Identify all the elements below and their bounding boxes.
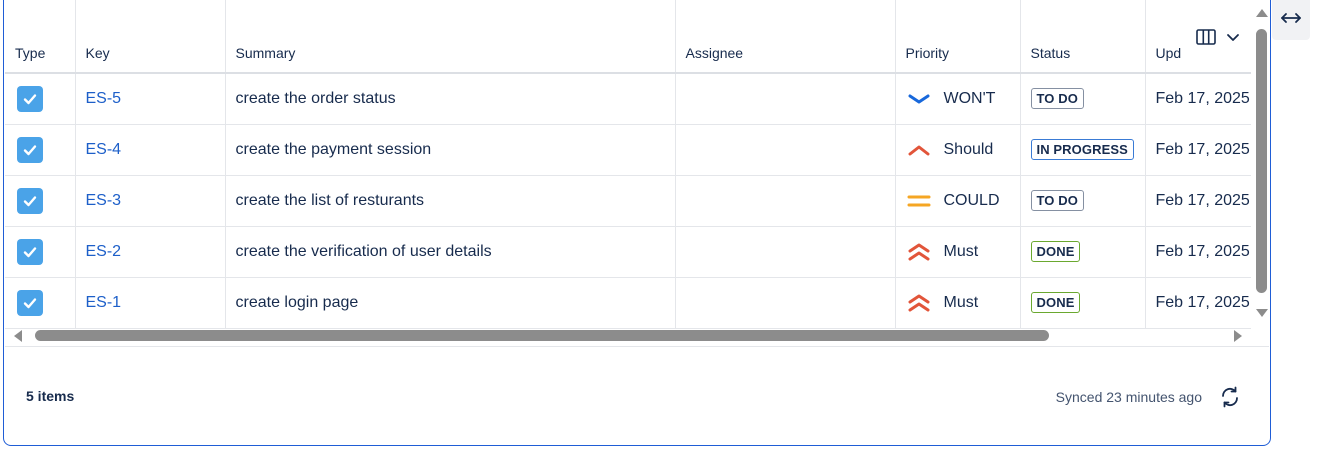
equals-icon [906,191,932,211]
column-header-priority[interactable]: Priority [895,0,1021,74]
table-row[interactable]: ES-3 create the list of resturants COULD TO… [5,175,1251,227]
summary-cell: create the list of resturants [225,175,676,227]
task-type-icon [17,187,43,214]
type-cell [5,124,76,176]
type-cell [5,277,76,329]
column-picker-button[interactable] [1192,26,1250,52]
issues-table-panel: Type Key Summary Assignee Priority Statu… [3,0,1271,446]
priority-label: COULD [943,191,1000,209]
key-cell: ES-5 [75,73,226,125]
table-row[interactable]: ES-1 create login page Must DONE Feb 17, 202… [5,277,1251,329]
key-cell: ES-1 [75,277,226,329]
scroll-up-arrow[interactable] [1256,9,1268,17]
task-type-icon [17,85,43,112]
summary-cell: create login page [225,277,676,329]
priority-cell: WON'T [895,73,1021,125]
expand-width-button[interactable] [1272,0,1310,40]
scroll-down-arrow[interactable] [1256,309,1268,317]
type-cell [5,73,76,125]
task-type-icon [17,289,43,316]
assignee-cell [675,226,896,278]
summary-cell: create the order status [225,73,676,125]
status-lozenge: IN PROGRESS [1030,139,1134,160]
table-row[interactable]: ES-4 create the payment session Should IN P… [5,124,1251,176]
items-count: 5 items [26,388,75,404]
priority-cell: Must [895,226,1021,278]
table-row[interactable]: ES-5 create the order status WON'T TO DO Feb… [5,73,1251,125]
table-header-row: Type Key Summary Assignee Priority Statu… [5,0,1251,74]
summary-cell: create the payment session [225,124,676,176]
priority-cell: Must [895,277,1021,329]
updated-cell: Feb 17, 2025 [1145,124,1251,176]
chevron-down-icon [1226,30,1240,48]
issue-key-link[interactable]: ES-1 [86,294,122,311]
synced-status: Synced 23 minutes ago [1055,389,1202,405]
assignee-cell [675,277,896,329]
priority-label: WON'T [943,89,996,107]
status-lozenge: DONE [1030,241,1081,262]
updated-cell: Feb 17, 2025 [1145,226,1251,278]
issue-key-link[interactable]: ES-3 [86,192,122,209]
assignee-cell [675,73,896,125]
vertical-scroll-thumb[interactable] [1256,29,1267,293]
column-header-key[interactable]: Key [75,0,226,74]
status-lozenge: TO DO [1030,88,1084,110]
task-type-icon [17,136,43,163]
column-header-summary[interactable]: Summary [225,0,676,74]
issue-key-link[interactable]: ES-4 [86,141,122,158]
table-body: ES-5 create the order status WON'T TO DO Feb… [5,73,1251,329]
type-cell [5,175,76,227]
vertical-scrollbar[interactable] [1254,7,1270,319]
key-cell: ES-2 [75,226,226,278]
status-lozenge: TO DO [1030,190,1084,211]
horizontal-scrollbar[interactable] [12,328,1248,344]
priority-cell: COULD [895,175,1021,227]
chevron-up-icon [906,140,932,160]
table-row[interactable]: ES-2 create the verification of user deta… [5,226,1251,278]
issue-key-link[interactable]: ES-2 [86,243,122,260]
status-cell: TO DO [1020,73,1146,125]
priority-cell: Should [895,124,1021,176]
expand-horizontal-icon [1279,11,1303,30]
priority-label: Must [943,293,979,311]
scroll-right-arrow[interactable] [1234,330,1242,342]
updated-cell: Feb 17, 2025 [1145,175,1251,227]
assignee-cell [675,175,896,227]
status-cell: TO DO [1020,175,1146,227]
status-cell: DONE [1020,226,1146,278]
type-cell [5,226,76,278]
updated-cell: Feb 17, 2025 [1145,277,1251,329]
assignee-cell [675,124,896,176]
chevron-down-icon [906,89,932,109]
priority-label: Should [943,140,994,158]
column-header-status[interactable]: Status [1020,0,1146,74]
status-lozenge: DONE [1030,292,1081,313]
key-cell: ES-4 [75,124,226,176]
task-type-icon [17,238,43,265]
summary-cell: create the verification of user details [225,226,676,278]
priority-label: Must [943,242,979,260]
status-cell: IN PROGRESS [1020,124,1146,176]
refresh-icon[interactable] [1218,385,1242,409]
double-chevron-up-icon [906,293,932,313]
column-header-assignee[interactable]: Assignee [675,0,896,74]
key-cell: ES-3 [75,175,226,227]
column-header-type[interactable]: Type [5,0,76,74]
updated-cell: Feb 17, 2025 [1145,73,1251,125]
scroll-left-arrow[interactable] [14,330,22,342]
double-chevron-up-icon [906,242,932,262]
horizontal-scroll-thumb[interactable] [35,330,1049,341]
issues-table-viewport: Type Key Summary Assignee Priority Statu… [5,0,1251,329]
columns-icon [1196,28,1216,50]
issues-table: Type Key Summary Assignee Priority Statu… [5,0,1251,329]
footer-divider [5,346,1269,347]
status-cell: DONE [1020,277,1146,329]
issue-key-link[interactable]: ES-5 [86,90,122,107]
